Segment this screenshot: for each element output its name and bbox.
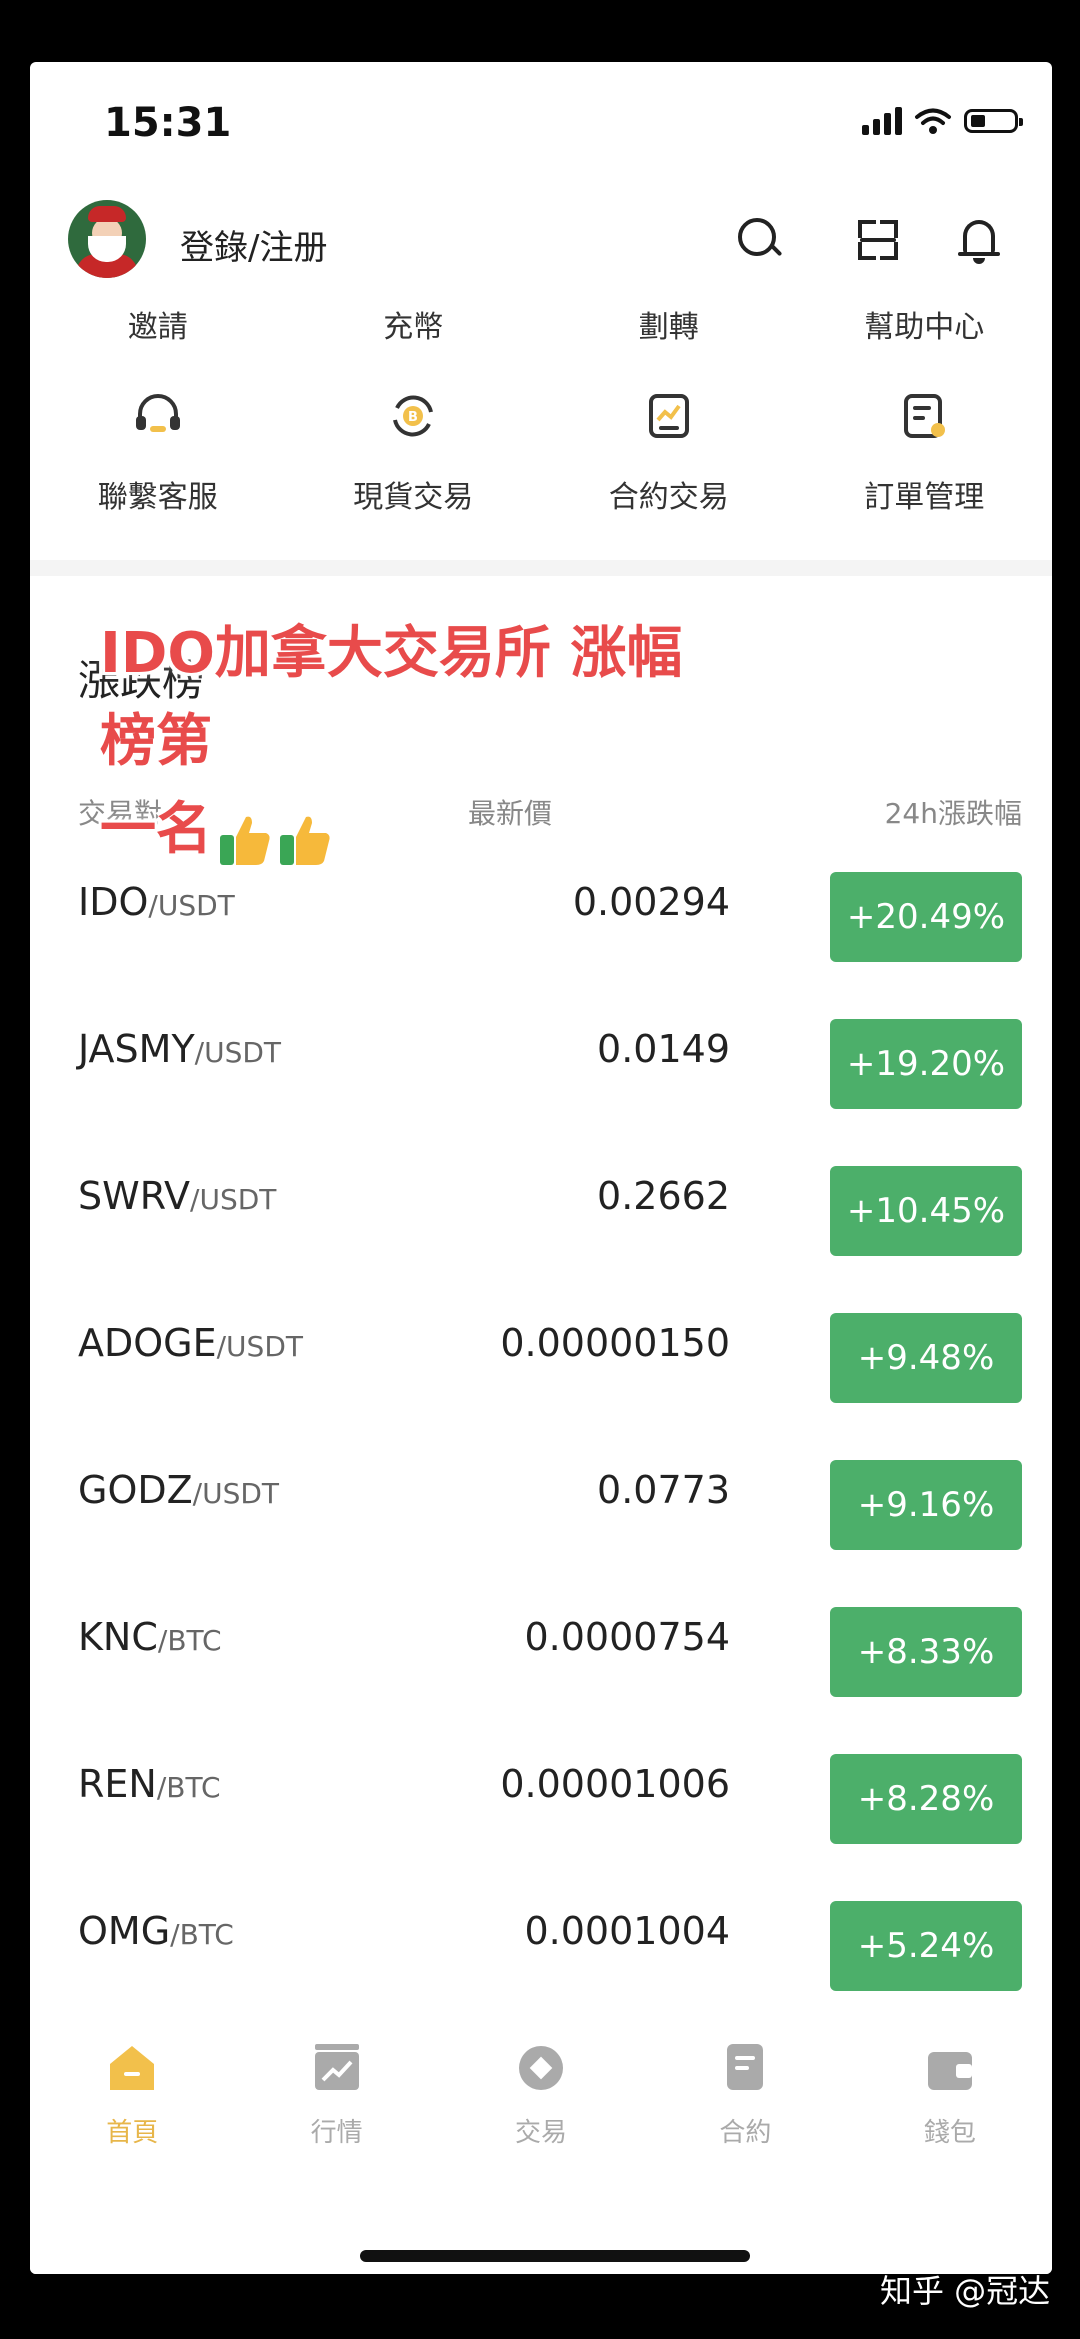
home-icon [104, 2040, 160, 2096]
shortcut-row: 聯繫客服 B 現貨交易 合約交易 訂單管理 [30, 390, 1052, 516]
status-icons [862, 106, 1023, 136]
contract-trade-label: 合約交易 [608, 480, 729, 515]
market-chart-icon [309, 2040, 365, 2096]
overlay-line-2: 一名 [100, 797, 212, 862]
change-badge: +20.49% [830, 872, 1022, 962]
contract-trade-icon [643, 390, 695, 442]
header: 登錄/注册 [30, 192, 1052, 292]
pair-quote: /BTC [170, 1918, 234, 1951]
trade-icon [513, 2040, 569, 2096]
pair-base: SWRV [78, 1174, 191, 1218]
last-price: 0.0149 [597, 1027, 730, 1071]
wifi-icon [915, 108, 951, 134]
spot-trade-icon: B [387, 390, 439, 442]
pair-base: OMG [78, 1909, 171, 1953]
tab-wallet[interactable]: 錢包 [848, 2040, 1052, 2149]
headset-icon [132, 390, 184, 442]
contract-trade-button[interactable]: 合約交易 [541, 390, 797, 516]
battery-icon [964, 109, 1023, 133]
thumbs-up-icon [218, 805, 272, 865]
gainers-list: IDO/USDT 0.00294 +20.49% JASMY/USDT 0.01… [30, 842, 1052, 2078]
tab-market[interactable]: 行情 [234, 2040, 438, 2149]
pair-quote: /USDT [148, 889, 235, 922]
last-price: 0.00000150 [500, 1321, 730, 1365]
phone-screen: 15:31 登錄/注册 邀請 充幣 劃轉 幫助中心 聯繫客服 B 現貨交易 合約… [30, 62, 1052, 2274]
invite-link[interactable]: 邀請 [30, 302, 286, 346]
spot-trade-label: 現貨交易 [353, 480, 474, 515]
contract-icon [717, 2040, 773, 2096]
pair-quote: /BTC [157, 1624, 222, 1657]
tab-home[interactable]: 首頁 [30, 2040, 234, 2149]
watermark-text: 知乎 @冠达 [880, 2272, 1051, 2310]
order-management-button[interactable]: 訂單管理 [797, 390, 1053, 516]
table-row[interactable]: GODZ/USDT 0.0773 +9.16% [30, 1430, 1052, 1577]
change-badge: +19.20% [830, 1019, 1022, 1109]
customer-service-label: 聯繫客服 [97, 480, 218, 515]
status-bar: 15:31 [30, 62, 1052, 192]
tab-contract-label: 合約 [719, 2118, 772, 2148]
pair-quote: /USDT [216, 1330, 303, 1363]
order-management-icon [898, 390, 950, 442]
tab-trade-label: 交易 [515, 2118, 568, 2148]
spot-trade-button[interactable]: B 現貨交易 [286, 390, 542, 516]
table-row[interactable]: ADOGE/USDT 0.00000150 +9.48% [30, 1283, 1052, 1430]
column-change: 24h漲跌幅 [884, 797, 1022, 830]
overlay-line-1: IDO加拿大交易所 涨幅榜第 [100, 621, 683, 774]
last-price: 0.0001004 [524, 1909, 731, 1953]
transfer-link[interactable]: 劃轉 [541, 302, 797, 346]
pair-base: JASMY [78, 1027, 195, 1071]
change-badge: +10.45% [830, 1166, 1022, 1256]
table-row[interactable]: KNC/BTC 0.0000754 +8.33% [30, 1577, 1052, 1724]
last-price: 0.2662 [597, 1174, 730, 1218]
change-badge: +9.16% [830, 1460, 1022, 1550]
change-badge: +8.33% [830, 1607, 1022, 1697]
last-price: 0.0773 [597, 1468, 730, 1512]
pair-quote: /USDT [192, 1477, 280, 1510]
table-row[interactable]: REN/BTC 0.00001006 +8.28% [30, 1724, 1052, 1871]
pair-quote: /BTC [156, 1771, 221, 1804]
table-row[interactable]: OMG/BTC 0.0001004 +5.24% [30, 1871, 1052, 2018]
tab-wallet-label: 錢包 [923, 2118, 976, 2148]
tab-contract[interactable]: 合約 [643, 2040, 847, 2149]
login-register-link[interactable]: 登錄/注册 [180, 220, 327, 269]
help-center-link[interactable]: 幫助中心 [797, 302, 1053, 346]
scan-icon[interactable] [852, 214, 904, 266]
last-price: 0.00294 [572, 880, 730, 924]
svg-text:B: B [408, 410, 418, 425]
bottom-tab-bar: 首頁 行情 交易 合約 錢包 [30, 2022, 1052, 2274]
wallet-icon [922, 2040, 978, 2096]
pair-base: KNC [78, 1615, 158, 1659]
change-badge: +5.24% [830, 1901, 1022, 1991]
change-badge: +8.28% [830, 1754, 1022, 1844]
pair-base: REN [78, 1762, 157, 1806]
home-indicator [360, 2250, 750, 2262]
tab-market-label: 行情 [310, 2118, 363, 2148]
table-row[interactable]: SWRV/USDT 0.2662 +10.45% [30, 1136, 1052, 1283]
last-price: 0.00001006 [500, 1762, 730, 1806]
thumbs-up-icon [278, 805, 332, 865]
customer-service-button[interactable]: 聯繫客服 [30, 390, 286, 516]
pair-base: GODZ [78, 1468, 193, 1512]
order-management-label: 訂單管理 [864, 480, 985, 515]
pair-base: IDO [78, 880, 149, 924]
pair-quote: /USDT [190, 1183, 277, 1216]
promo-overlay-text: IDO加拿大交易所 涨幅榜第 一名 [100, 610, 720, 874]
deposit-link[interactable]: 充幣 [286, 302, 542, 346]
pair-quote: /USDT [194, 1036, 282, 1069]
table-row[interactable]: JASMY/USDT 0.0149 +19.20% [30, 989, 1052, 1136]
pair-base: ADOGE [78, 1321, 217, 1365]
section-divider [30, 560, 1052, 576]
last-price: 0.0000754 [524, 1615, 731, 1659]
search-icon[interactable] [734, 214, 786, 266]
tab-home-label: 首頁 [106, 2118, 159, 2148]
quick-actions: 邀請 充幣 劃轉 幫助中心 [30, 302, 1052, 346]
change-badge: +9.48% [830, 1313, 1022, 1403]
avatar[interactable] [68, 200, 146, 278]
tab-trade[interactable]: 交易 [439, 2040, 643, 2149]
bell-icon[interactable] [954, 214, 1006, 266]
status-time: 15:31 [104, 100, 232, 146]
signal-icon [862, 107, 902, 135]
